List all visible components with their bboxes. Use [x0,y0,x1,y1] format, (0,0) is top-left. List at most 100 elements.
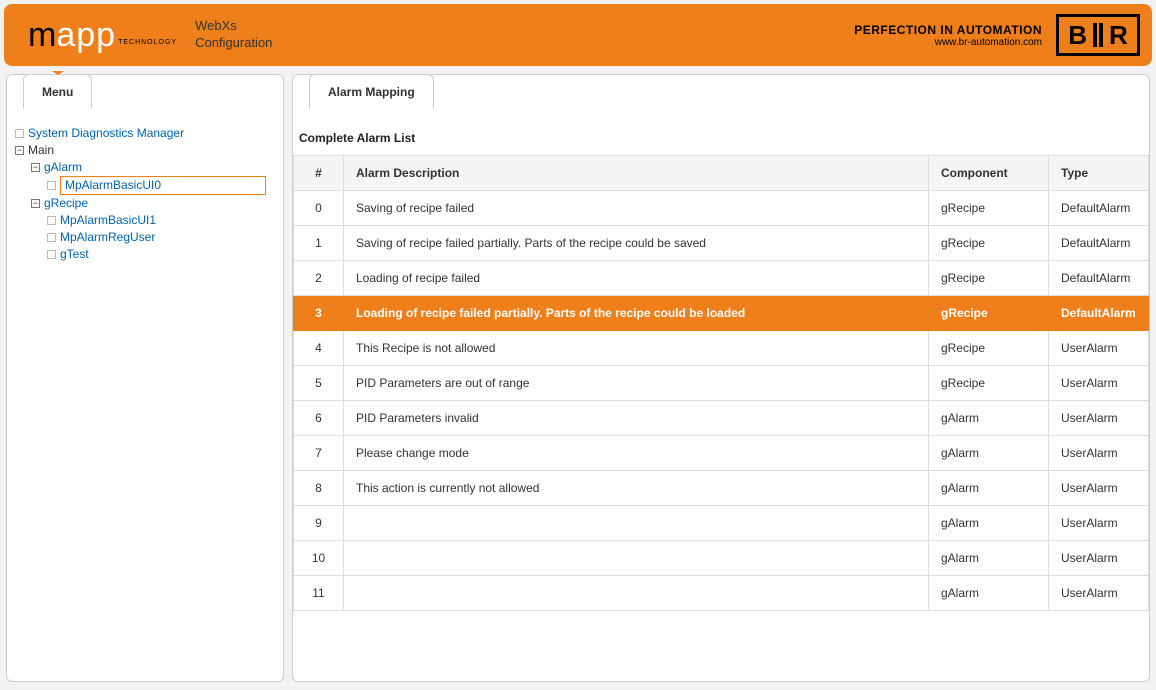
cell-index: 0 [294,191,344,226]
cell-type: UserAlarm [1049,401,1149,436]
br-logo-bars [1093,23,1103,47]
cell-description: This Recipe is not allowed [344,331,929,366]
cell-component: gAlarm [929,401,1049,436]
tree-item-galarm[interactable]: gAlarm [44,159,82,176]
tab-alarm-mapping[interactable]: Alarm Mapping [309,74,434,109]
table-row[interactable]: 0Saving of recipe failedgRecipeDefaultAl… [294,191,1149,226]
cell-type: DefaultAlarm [1049,191,1149,226]
slogan-block: PERFECTION IN AUTOMATION www.br-automati… [854,23,1042,48]
tree-collapse-icon[interactable]: − [15,146,24,155]
header-title: WebXs Configuration [195,18,272,52]
column-header-type[interactable]: Type [1049,156,1149,191]
cell-description [344,541,929,576]
alarm-table: # Alarm Description Component Type 0Savi… [293,155,1149,611]
cell-index: 9 [294,506,344,541]
tree-item-mpalarmbasicui1[interactable]: MpAlarmBasicUI1 [60,212,156,229]
cell-type: UserAlarm [1049,506,1149,541]
br-logo-b: B [1068,22,1087,48]
tree-collapse-icon[interactable]: − [31,199,40,208]
cell-type: DefaultAlarm [1049,226,1149,261]
cell-index: 4 [294,331,344,366]
br-logo-r: R [1109,22,1128,48]
tree-toggle-icon[interactable] [15,129,24,138]
cell-index: 2 [294,261,344,296]
tree-leaf-icon [47,181,56,190]
slogan-text: PERFECTION IN AUTOMATION [854,23,1042,37]
logo-technology: TECHNOLOGY [118,39,177,46]
table-row[interactable]: 9 gAlarmUserAlarm [294,506,1149,541]
cell-index: 11 [294,576,344,611]
table-row[interactable]: 4This Recipe is not allowedgRecipeUserAl… [294,331,1149,366]
cell-type: UserAlarm [1049,471,1149,506]
cell-description [344,506,929,541]
cell-component: gRecipe [929,191,1049,226]
menu-panel: Menu System Diagnostics Manager − Main [6,74,284,682]
cell-description: PID Parameters invalid [344,401,929,436]
cell-component: gAlarm [929,471,1049,506]
cell-type: UserAlarm [1049,366,1149,401]
mapp-logo: m app TECHNOLOGY [28,18,177,52]
table-row[interactable]: 1Saving of recipe failed partially. Part… [294,226,1149,261]
alarm-list-title: Complete Alarm List [293,125,1149,155]
column-header-description[interactable]: Alarm Description [344,156,929,191]
cell-component: gAlarm [929,436,1049,471]
cell-index: 5 [294,366,344,401]
cell-description: This action is currently not allowed [344,471,929,506]
cell-index: 10 [294,541,344,576]
app-header: m app TECHNOLOGY WebXs Configuration PER… [4,4,1152,66]
cell-description: Loading of recipe failed [344,261,929,296]
tab-menu[interactable]: Menu [23,74,92,109]
cell-type: DefaultAlarm [1049,296,1149,331]
cell-component: gRecipe [929,226,1049,261]
cell-index: 8 [294,471,344,506]
horizontal-scrollbar[interactable] [293,664,1149,681]
navigation-tree: System Diagnostics Manager − Main − [15,125,275,263]
header-title-line2: Configuration [195,35,272,52]
cell-description: Loading of recipe failed partially. Part… [344,296,929,331]
company-url: www.br-automation.com [854,37,1042,48]
table-row[interactable]: 5PID Parameters are out of rangegRecipeU… [294,366,1149,401]
tree-item-gtest[interactable]: gTest [60,246,89,263]
tree-collapse-icon[interactable]: − [31,163,40,172]
cell-component: gAlarm [929,576,1049,611]
cell-component: gRecipe [929,261,1049,296]
cell-type: UserAlarm [1049,541,1149,576]
cell-component: gAlarm [929,506,1049,541]
table-row[interactable]: 2Loading of recipe failedgRecipeDefaultA… [294,261,1149,296]
table-row[interactable]: 7Please change modegAlarmUserAlarm [294,436,1149,471]
cell-index: 6 [294,401,344,436]
tree-leaf-icon [47,250,56,259]
cell-description: PID Parameters are out of range [344,366,929,401]
cell-type: UserAlarm [1049,436,1149,471]
cell-index: 1 [294,226,344,261]
cell-component: gRecipe [929,366,1049,401]
table-row[interactable]: 8This action is currently not allowedgAl… [294,471,1149,506]
cell-component: gAlarm [929,541,1049,576]
header-title-line1: WebXs [195,18,272,35]
tree-item-sdm[interactable]: System Diagnostics Manager [28,125,184,142]
logo-app-letters: app [56,18,116,52]
cell-type: UserAlarm [1049,331,1149,366]
column-header-component[interactable]: Component [929,156,1049,191]
tree-leaf-icon [47,233,56,242]
cell-description: Saving of recipe failed [344,191,929,226]
tree-item-main[interactable]: Main [28,142,54,159]
logo-m-letter: m [28,18,56,52]
table-row[interactable]: 3Loading of recipe failed partially. Par… [294,296,1149,331]
alarm-table-scroll[interactable]: # Alarm Description Component Type 0Savi… [293,155,1149,664]
cell-index: 3 [294,296,344,331]
br-logo: B R [1056,14,1140,56]
table-row[interactable]: 6PID Parameters invalidgAlarmUserAlarm [294,401,1149,436]
tree-item-mpalarmbasicui0[interactable]: MpAlarmBasicUI0 [60,176,266,195]
cell-description: Saving of recipe failed partially. Parts… [344,226,929,261]
cell-description: Please change mode [344,436,929,471]
tree-item-mpalarmreguser[interactable]: MpAlarmRegUser [60,229,155,246]
table-row[interactable]: 11gAlarmUserAlarm [294,576,1149,611]
cell-description [344,576,929,611]
column-header-index[interactable]: # [294,156,344,191]
cell-type: DefaultAlarm [1049,261,1149,296]
cell-component: gRecipe [929,296,1049,331]
cell-component: gRecipe [929,331,1049,366]
table-row[interactable]: 10 gAlarmUserAlarm [294,541,1149,576]
tree-item-grecipe[interactable]: gRecipe [44,195,88,212]
